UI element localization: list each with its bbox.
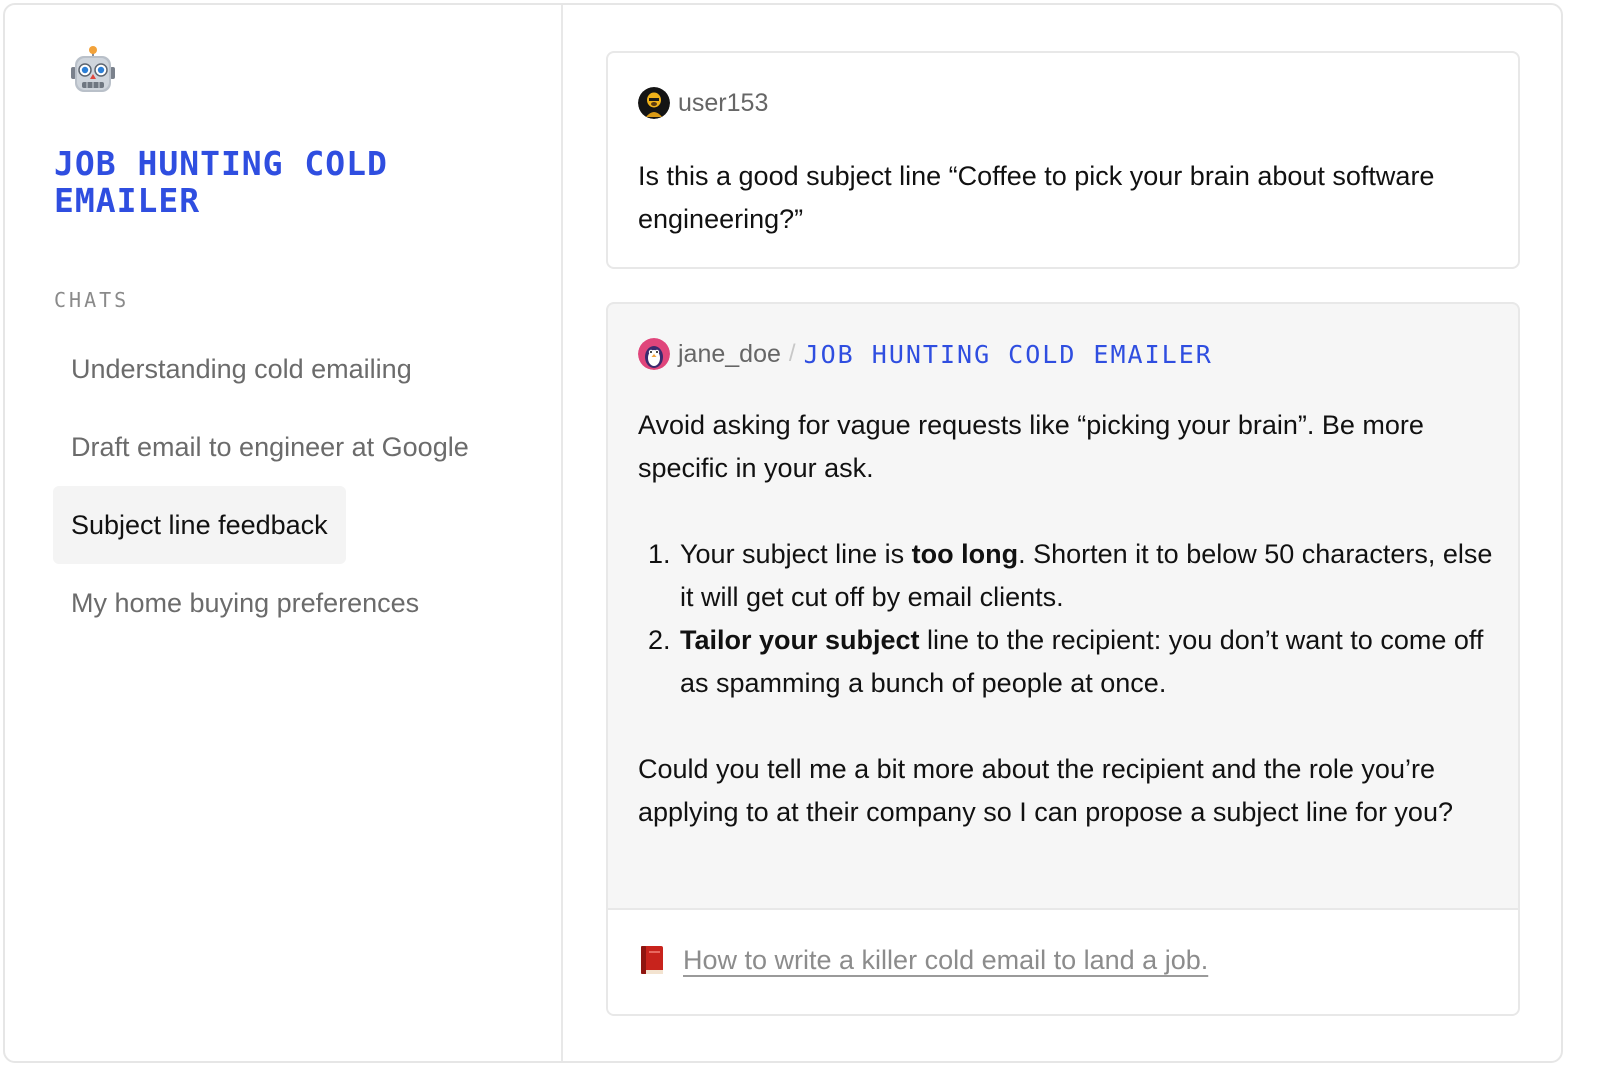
- sidebar: JOB HUNTING COLD EMAILER CHATS Understan…: [5, 5, 563, 1061]
- user-message-header: user153: [638, 86, 768, 120]
- app-title: JOB HUNTING COLD EMAILER: [54, 144, 388, 220]
- chat-item-home-buying-preferences[interactable]: My home buying preferences: [53, 564, 437, 642]
- assistant-intro-text: Avoid asking for vague requests like “pi…: [638, 410, 1424, 483]
- assistant-owner-username: jane_doe: [678, 339, 781, 368]
- penguin-avatar[interactable]: [638, 338, 670, 370]
- header-separator: /: [788, 340, 796, 367]
- app-window: JOB HUNTING COLD EMAILER CHATS Understan…: [3, 3, 1563, 1063]
- user-message-card: user153 Is this a good subject line “Cof…: [606, 51, 1520, 269]
- book-icon: [641, 946, 663, 974]
- user-avatar[interactable]: [638, 87, 670, 119]
- assistant-message-card: jane_doe / JOB HUNTING COLD EMAILER Avoi…: [606, 302, 1520, 1016]
- user-message-text: Is this a good subject line “Coffee to p…: [638, 161, 1435, 234]
- reference-footer: How to write a killer cold email to land…: [608, 908, 1518, 1014]
- assistant-message-body: Avoid asking for vague requests like “pi…: [638, 404, 1498, 834]
- chat-item-understanding-cold-emailing[interactable]: Understanding cold emailing: [53, 330, 430, 408]
- chat-item-draft-email-to-engineer[interactable]: Draft email to engineer at Google: [53, 408, 487, 486]
- conversation-pane: user153 Is this a good subject line “Cof…: [563, 5, 1561, 1061]
- assistant-closing-text: Could you tell me a bit more about the r…: [638, 754, 1453, 827]
- user-username: user153: [678, 88, 769, 117]
- reference-link-text[interactable]: How to write a killer cold email to land…: [683, 945, 1208, 976]
- assistant-message-header: jane_doe / JOB HUNTING COLD EMAILER: [638, 337, 1213, 371]
- assistant-name[interactable]: JOB HUNTING COLD EMAILER: [804, 340, 1213, 369]
- assistant-feedback-list: Your subject line is too long. Shorten i…: [638, 533, 1498, 705]
- chat-item-subject-line-feedback[interactable]: Subject line feedback: [53, 486, 346, 564]
- chat-list: Understanding cold emailing Draft email …: [53, 330, 533, 642]
- feedback-point-1: Your subject line is too long. Shorten i…: [678, 533, 1498, 619]
- feedback-point-2: Tailor your subject line to the recipien…: [678, 619, 1498, 705]
- chats-section-label: CHATS: [54, 288, 130, 312]
- robot-icon: [71, 46, 115, 92]
- reference-link[interactable]: How to write a killer cold email to land…: [638, 944, 1208, 976]
